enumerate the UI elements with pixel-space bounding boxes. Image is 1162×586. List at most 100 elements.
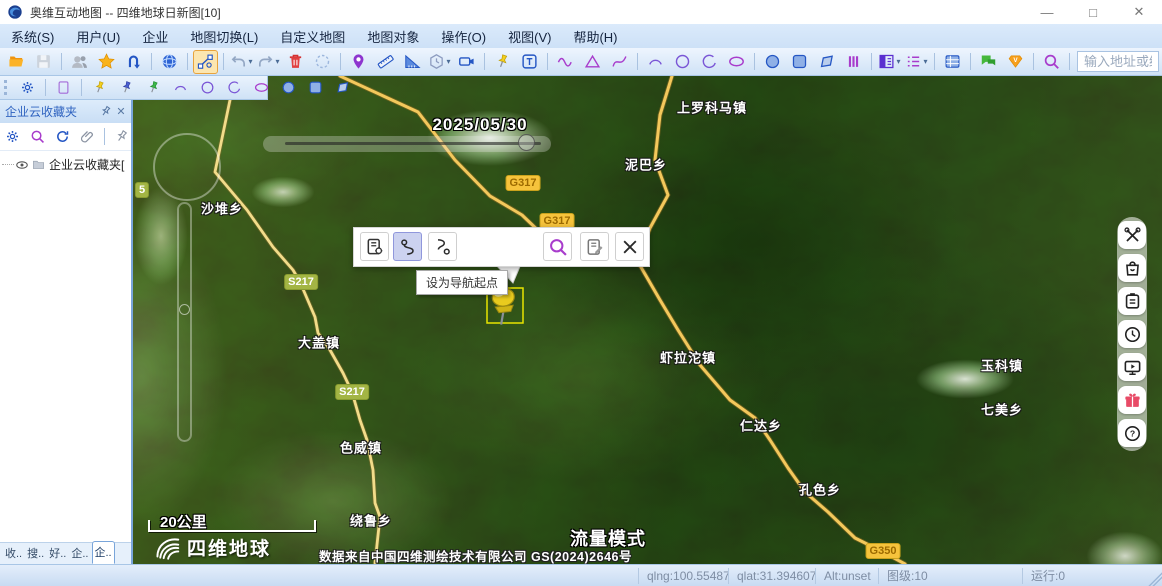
arc-button[interactable] [168, 76, 193, 100]
panel-tab-0[interactable]: 收.. [3, 543, 24, 564]
ellipse-button[interactable] [724, 50, 749, 74]
pushpin-yellow-button[interactable] [87, 76, 112, 100]
dropdown-arrow-icon[interactable]: ▾ [275, 57, 279, 66]
panel-pin-button[interactable] [97, 104, 113, 120]
maximize-button[interactable]: □ [1070, 1, 1116, 24]
refresh-button[interactable] [51, 125, 74, 149]
text-label-button[interactable] [517, 50, 542, 74]
menu-item-8[interactable]: 帮助(H) [562, 24, 628, 49]
rect-filled-button[interactable] [787, 50, 812, 74]
redo-button[interactable]: ▾ [256, 50, 281, 74]
zoom-slider[interactable] [177, 202, 192, 442]
help-button[interactable]: ? [1118, 419, 1146, 447]
settings-gear-button[interactable] [15, 76, 40, 100]
clock-button[interactable] [1118, 320, 1146, 348]
location-pin-button[interactable] [346, 50, 371, 74]
earth-3d-button[interactable] [157, 50, 182, 74]
popup-close-button[interactable] [615, 232, 644, 261]
circle-filled-button[interactable] [760, 50, 785, 74]
panel-tab-2[interactable]: 好.. [47, 543, 68, 564]
route-button[interactable] [121, 50, 146, 74]
popup-nav-end-button[interactable] [428, 232, 457, 261]
vip-button[interactable]: V [1003, 50, 1028, 74]
pushpin-blue-button[interactable] [114, 76, 139, 100]
triangle-button[interactable] [580, 50, 605, 74]
track-edit-button[interactable] [193, 50, 218, 74]
dropdown-arrow-icon[interactable]: ▾ [923, 57, 927, 66]
menu-item-4[interactable]: 自定义地图 [269, 24, 356, 49]
minimize-button[interactable]: — [1024, 1, 1070, 24]
new-doc-button[interactable] [51, 76, 76, 100]
popup-nav-start-button[interactable] [393, 232, 422, 261]
arc-open-button[interactable] [697, 50, 722, 74]
dropdown-arrow-icon[interactable]: ▾ [248, 57, 252, 66]
circle-filled-button[interactable] [276, 76, 301, 100]
gift-button[interactable] [1118, 386, 1146, 414]
circle-button[interactable] [670, 50, 695, 74]
menu-item-0[interactable]: 系统(S) [0, 24, 65, 49]
favorites-star-button[interactable] [94, 50, 119, 74]
settings-gear-button[interactable] [1, 125, 24, 149]
dropdown-arrow-icon[interactable]: ▾ [446, 57, 450, 66]
popup-marker-settings-button[interactable] [360, 232, 389, 261]
popup-edit-note-button[interactable] [580, 232, 609, 261]
open-folder-button[interactable] [4, 50, 29, 74]
area-measure-button[interactable] [400, 50, 425, 74]
panel-close-button[interactable]: ✕ [113, 104, 129, 120]
map-canvas[interactable]: 2025/05/30 上罗科马镇泥巴乡沙堆乡大盖镇色威镇绕鲁乡虾拉沱镇仁达乡孔色… [133, 76, 1162, 564]
tools-button[interactable] [1118, 221, 1146, 249]
date-slider-handle[interactable] [518, 134, 535, 151]
chat-button[interactable] [976, 50, 1001, 74]
pushpin-green-button[interactable] [141, 76, 166, 100]
attachment-button[interactable] [76, 125, 99, 149]
zoom-slider-handle[interactable] [179, 304, 190, 315]
search-button[interactable] [1039, 50, 1064, 74]
panel-list-button[interactable]: ▾ [877, 50, 902, 74]
arc-open-button[interactable] [222, 76, 247, 100]
tree-item[interactable]: 企业云收藏夹[ [2, 156, 131, 173]
screen-play-button[interactable] [1118, 353, 1146, 381]
menu-item-5[interactable]: 地图对象 [356, 24, 430, 49]
menu-item-2[interactable]: 企业 [131, 24, 179, 49]
viewport-button[interactable] [454, 50, 479, 74]
pin-button[interactable] [110, 125, 131, 149]
map-label: 七美乡 [981, 400, 1023, 419]
toolbar-grip[interactable] [4, 80, 10, 95]
lasso-select-button[interactable] [310, 50, 335, 74]
curve-button[interactable] [607, 50, 632, 74]
panel-tab-1[interactable]: 搜.. [25, 543, 46, 564]
polyline-button[interactable] [553, 50, 578, 74]
ellipse-button[interactable] [249, 76, 274, 100]
data-table-button[interactable] [940, 50, 965, 74]
resize-grip[interactable] [1148, 565, 1162, 586]
bag-button[interactable] [1118, 254, 1146, 282]
rect-filled-button[interactable] [303, 76, 328, 100]
search-input[interactable] [1077, 51, 1159, 72]
menu-item-6[interactable]: 操作(O) [430, 24, 497, 49]
hex-clock-button[interactable]: ▾ [427, 50, 452, 74]
close-button[interactable]: ✕ [1116, 1, 1162, 24]
clipboard-button[interactable] [1118, 287, 1146, 315]
panel-tab-3[interactable]: 企.. [69, 543, 90, 564]
menu-item-1[interactable]: 用户(U) [65, 24, 131, 49]
ruler-button[interactable] [373, 50, 398, 74]
contacts-button[interactable] [67, 50, 92, 74]
delete-button[interactable] [283, 50, 308, 74]
polygon-filled-button[interactable] [330, 76, 355, 100]
polygon-filled-button[interactable] [814, 50, 839, 74]
menu-item-3[interactable]: 地图切换(L) [179, 24, 269, 49]
bars-button[interactable] [841, 50, 866, 74]
arc-button[interactable] [643, 50, 668, 74]
circle-button[interactable] [195, 76, 220, 100]
list-settings-button[interactable]: ▾ [904, 50, 929, 74]
undo-button[interactable]: ▾ [229, 50, 254, 74]
menu-item-7[interactable]: 视图(V) [497, 24, 562, 49]
compass-control[interactable] [153, 133, 221, 201]
pushpin-button[interactable] [490, 50, 515, 74]
dropdown-arrow-icon[interactable]: ▾ [896, 57, 900, 66]
visibility-eye-icon[interactable] [15, 158, 29, 172]
popup-search-button[interactable] [543, 232, 572, 261]
panel-tab-4[interactable]: 企.. [92, 541, 115, 564]
save-button[interactable] [31, 50, 56, 74]
search-button[interactable] [26, 125, 49, 149]
